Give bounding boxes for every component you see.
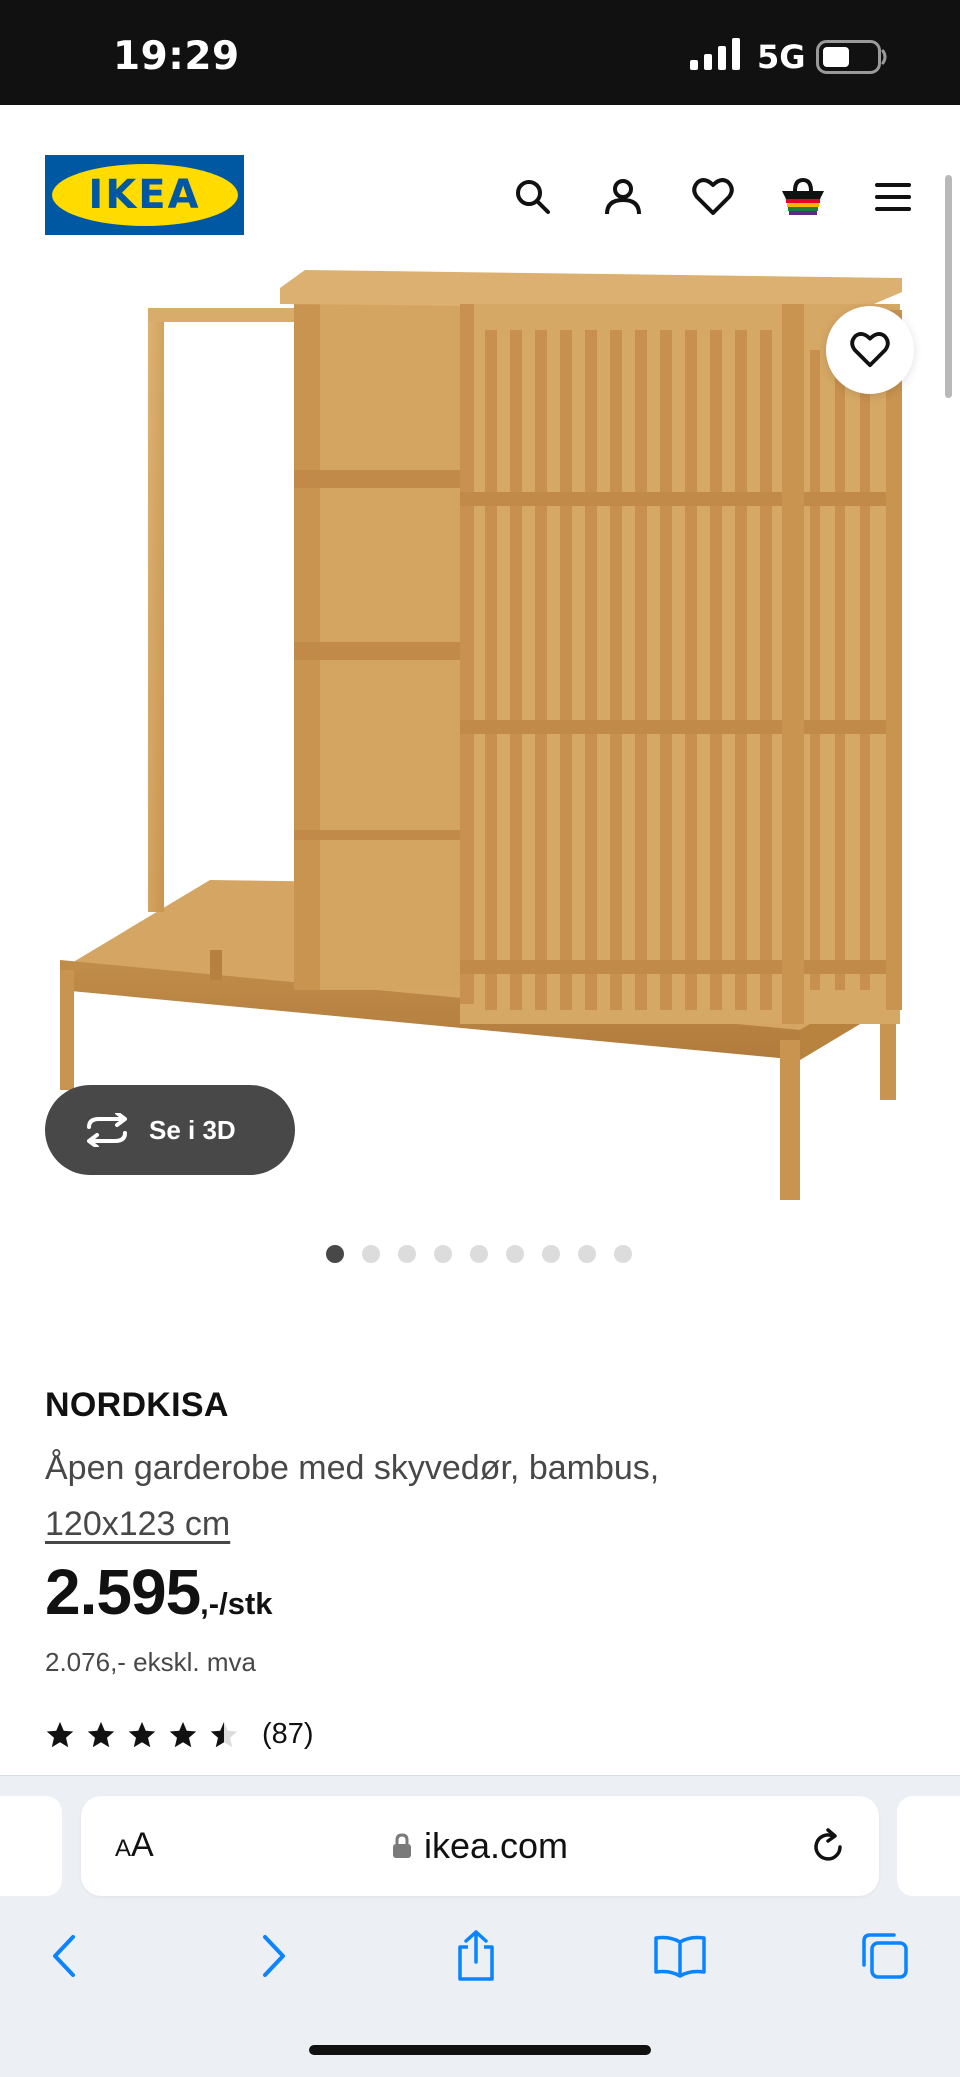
product-description-text: Åpen garderobe med skyvedør, bambus, (45, 1449, 660, 1487)
share-icon[interactable] (446, 1926, 506, 1986)
pagination-dot[interactable] (542, 1245, 560, 1263)
star-full-icon (46, 1721, 74, 1747)
pagination-dot[interactable] (434, 1245, 452, 1263)
wishlist-heart-icon[interactable] (685, 169, 741, 225)
price-amount: 2.595 (45, 1556, 201, 1628)
star-full-icon (169, 1721, 197, 1747)
tabs-icon[interactable] (855, 1926, 915, 1986)
logo-oval: IKEA (51, 164, 238, 226)
ikea-logo[interactable]: IKEA (45, 155, 244, 235)
pagination-dot[interactable] (614, 1245, 632, 1263)
product-name: NORDKISA (45, 1386, 229, 1424)
url-display: ikea.com (81, 1796, 879, 1896)
pagination-dot[interactable] (506, 1245, 524, 1263)
basket-icon[interactable] (775, 169, 831, 225)
heart-icon (850, 332, 890, 368)
url-text: ikea.com (423, 1825, 569, 1866)
price-suffix: ,-/stk (200, 1586, 273, 1621)
star-full-icon (128, 1721, 156, 1747)
logo-text: IKEA (88, 172, 201, 218)
battery-icon (816, 40, 887, 74)
star-half-icon (210, 1721, 238, 1747)
product-dimensions-link[interactable]: 120x123 cm (45, 1505, 230, 1543)
search-icon[interactable] (505, 169, 561, 225)
favorite-button[interactable] (826, 306, 914, 394)
previous-tab-preview[interactable] (0, 1796, 62, 1896)
reload-icon[interactable] (807, 1826, 849, 1868)
header-icons (505, 169, 925, 225)
address-bar[interactable]: AA ikea.com (81, 1796, 879, 1896)
home-indicator (309, 2045, 651, 2055)
image-pagination (326, 1245, 632, 1263)
bookmarks-icon[interactable] (650, 1926, 710, 1986)
back-icon[interactable] (34, 1926, 94, 1986)
rating-count: (87) (262, 1718, 314, 1750)
view-3d-label: Se i 3D (149, 1114, 236, 1145)
menu-icon[interactable] (865, 169, 921, 225)
scroll-indicator[interactable] (945, 175, 952, 398)
price: 2.595 ,-/stk (45, 1555, 273, 1629)
user-icon[interactable] (595, 169, 651, 225)
star-full-icon (87, 1721, 115, 1747)
price-ex-vat: 2.076,- ekskl. mva (45, 1647, 256, 1677)
product-rating[interactable]: (87) (45, 1718, 314, 1751)
pagination-dot[interactable] (398, 1245, 416, 1263)
pagination-dot[interactable] (578, 1245, 596, 1263)
pagination-dot[interactable] (362, 1245, 380, 1263)
product-description: Åpen garderobe med skyvedør, bambus, 120… (45, 1440, 905, 1552)
network-type: 5G (757, 38, 806, 76)
pagination-dot[interactable] (470, 1245, 488, 1263)
product-image[interactable] (40, 270, 920, 1210)
view-3d-button[interactable]: Se i 3D (45, 1085, 295, 1175)
pagination-dot[interactable] (326, 1245, 344, 1263)
next-tab-preview[interactable] (897, 1796, 960, 1896)
status-bar: 19:29 5G (0, 0, 960, 105)
site-header: IKEA (0, 105, 960, 285)
forward-icon[interactable] (244, 1926, 304, 1986)
signal-bars-icon (690, 38, 740, 70)
lock-icon (392, 1833, 411, 1858)
status-time: 19:29 (113, 34, 240, 79)
browser-toolbar: AA ikea.com (0, 1775, 960, 2077)
browser-nav (0, 1926, 960, 2006)
rotate-3d-icon (87, 1113, 127, 1147)
